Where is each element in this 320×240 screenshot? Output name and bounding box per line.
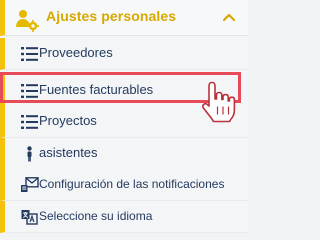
list-icon <box>21 47 38 61</box>
menu-item-label: asistentes <box>39 145 98 160</box>
menu-item-asistentes[interactable]: asistentes <box>0 138 248 170</box>
section-title: Ajustes personales <box>46 8 177 24</box>
menu-item-label: Proyectos <box>39 113 97 128</box>
menu-item-label: Seleccione su idioma <box>39 209 153 223</box>
settings-menu: Proveedores Fuentes facturables Proyecto… <box>0 38 248 233</box>
menu-item-proveedores[interactable]: Proveedores <box>0 38 248 70</box>
chevron-up-icon[interactable] <box>223 12 235 22</box>
personal-settings-header[interactable]: Ajustes personales <box>0 0 248 36</box>
hand-pointer-icon <box>202 81 236 123</box>
list-icon <box>21 84 38 98</box>
menu-item-label: Proveedores <box>39 45 113 60</box>
notification-settings-icon <box>21 177 39 192</box>
person-icon <box>27 146 32 162</box>
menu-item-label: Fuentes facturables <box>39 82 154 97</box>
personal-settings-panel: Ajustes personales Proveedores Fuentes f… <box>0 0 248 233</box>
users-settings-icon <box>16 10 39 32</box>
list-icon <box>21 115 38 129</box>
menu-item-notification-settings[interactable]: Configuración de las notificaciones <box>0 169 248 201</box>
menu-item-language[interactable]: Seleccione su idioma <box>0 201 248 233</box>
menu-item-label: Configuración de las notificaciones <box>39 177 225 191</box>
language-icon <box>21 210 38 225</box>
